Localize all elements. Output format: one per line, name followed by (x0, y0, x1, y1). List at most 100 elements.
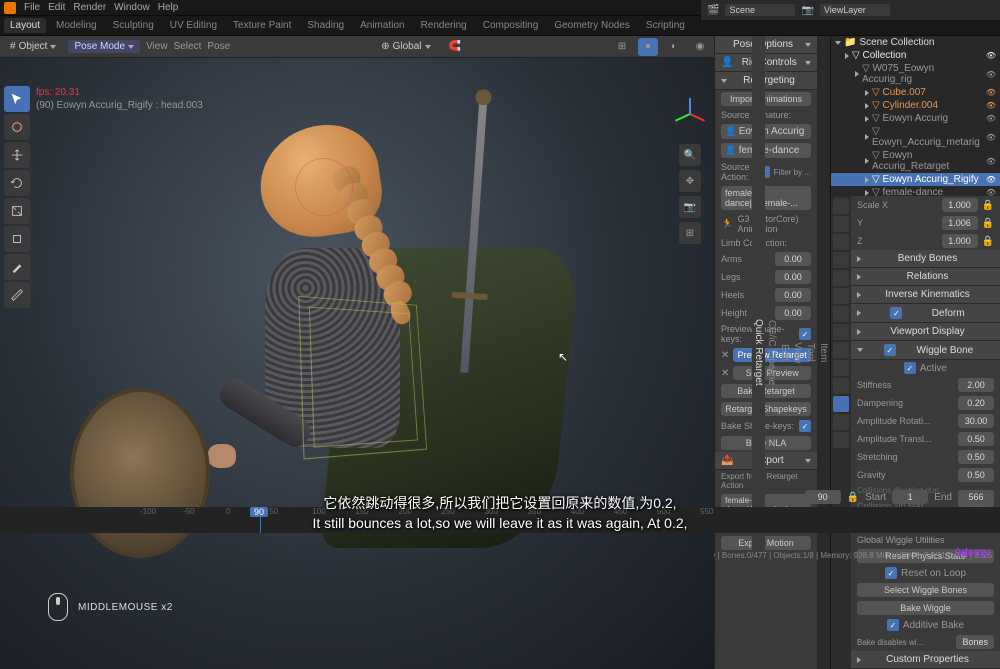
relations-header[interactable]: Relations (851, 268, 1000, 286)
ptab-constraint[interactable] (833, 360, 849, 376)
ptab-object[interactable] (833, 288, 849, 304)
ntab-edit[interactable]: Edit (778, 36, 791, 669)
ntab-tool[interactable]: Tool (804, 36, 817, 669)
playhead[interactable] (260, 507, 261, 533)
tool-move[interactable] (4, 142, 30, 168)
select-menu[interactable]: Select (174, 41, 202, 52)
prop-value[interactable]: 0.50 (958, 450, 994, 464)
tab-shading[interactable]: Shading (301, 18, 350, 33)
bendy-header[interactable]: Bendy Bones (851, 250, 1000, 268)
ik-header[interactable]: Inverse Kinematics (851, 286, 1000, 304)
view-menu[interactable]: View (146, 41, 168, 52)
outliner-item[interactable]: ▽ Eowyn_Accurig_metarig👁 (831, 125, 1000, 149)
tool-annotate[interactable] (4, 254, 30, 280)
reset-loop-check[interactable]: ✓ (885, 567, 897, 579)
outliner-item[interactable]: ▽ Cylinder.004👁 (831, 99, 1000, 112)
ntab-item[interactable]: Item (817, 36, 830, 669)
current-frame[interactable]: 90 (805, 490, 841, 504)
outliner-item[interactable]: ▽ Collection👁 (831, 49, 1000, 62)
outliner[interactable]: 📁 Scene Collection ▽ Collection👁 ▽ W075_… (831, 36, 1000, 196)
menu-render[interactable]: Render (73, 2, 106, 13)
mode-selector[interactable]: Pose Mode (68, 40, 140, 53)
pan-gizmo[interactable]: ✥ (679, 170, 701, 192)
bake-wiggle-button[interactable]: Bake Wiggle (857, 601, 994, 615)
tab-scripting[interactable]: Scripting (640, 18, 691, 33)
outliner-item[interactable]: ▽ Cube.007👁 (831, 86, 1000, 99)
ptab-view[interactable] (833, 234, 849, 250)
pose-menu[interactable]: Pose (207, 41, 230, 52)
ptab-material[interactable] (833, 432, 849, 448)
snap-toggle[interactable]: 🧲 (443, 40, 467, 53)
outliner-item[interactable]: ▽ Eowyn Accurig_Rigify👁 (831, 173, 1000, 186)
tab-sculpting[interactable]: Sculpting (107, 18, 160, 33)
tab-geonodes[interactable]: Geometry Nodes (548, 18, 636, 33)
3d-viewport[interactable]: fps: 20.31 (90) Eowyn Accurig_Rigify : h… (0, 58, 714, 669)
menu-window[interactable]: Window (114, 2, 150, 13)
outliner-item[interactable]: ▽ female-dance👁 (831, 186, 1000, 196)
tab-uvediting[interactable]: UV Editing (164, 18, 223, 33)
tool-cursor[interactable] (4, 114, 30, 140)
scene-collection[interactable]: Scene Collection (859, 37, 934, 48)
scene-name-input[interactable] (725, 4, 795, 16)
ptab-output[interactable] (833, 216, 849, 232)
tab-compositing[interactable]: Compositing (477, 18, 545, 33)
stop-x[interactable]: ✕ (721, 368, 729, 379)
orientation[interactable]: ⊕ Global (375, 40, 436, 53)
viewlayer-input[interactable] (820, 4, 890, 16)
prop-value[interactable]: 0.50 (958, 468, 994, 482)
outliner-item[interactable]: ▽ W075_Eowyn Accurig_rig👁 (831, 62, 1000, 86)
axis-gizmo[interactable] (670, 94, 710, 134)
prop-value[interactable]: 2.00 (958, 378, 994, 392)
tab-layout[interactable]: Layout (4, 18, 46, 33)
custom-props-header[interactable]: Custom Properties (851, 651, 1000, 669)
ntab-view[interactable]: View (791, 36, 804, 669)
ptab-data[interactable] (833, 378, 849, 394)
ptab-scene[interactable] (833, 252, 849, 268)
tool-rotate[interactable] (4, 170, 30, 196)
scalex-value[interactable]: 1.000 (942, 198, 978, 212)
ptab-bone[interactable] (833, 396, 849, 412)
bones-value[interactable]: Bones (956, 635, 994, 649)
scalez-value[interactable]: 1.000 (942, 234, 978, 248)
tool-select[interactable] (4, 86, 30, 112)
shading-wire[interactable]: ⊞ (612, 38, 632, 56)
ptab-physics[interactable] (833, 342, 849, 358)
ntab-retarget[interactable]: Quick Retarget (752, 36, 765, 669)
object-context[interactable]: #Object (4, 40, 62, 53)
prop-value[interactable]: 0.50 (958, 432, 994, 446)
shading-rendered[interactable]: ◉ (690, 38, 710, 56)
ptab-particle[interactable] (833, 324, 849, 340)
shading-matprev[interactable]: ◐ (664, 38, 684, 56)
tab-texpaint[interactable]: Texture Paint (227, 18, 297, 33)
select-wiggle-button[interactable]: Select Wiggle Bones (857, 583, 994, 597)
tab-modeling[interactable]: Modeling (50, 18, 103, 33)
tool-measure[interactable] (4, 282, 30, 308)
end-frame[interactable]: 566 (958, 490, 994, 504)
preview-x[interactable]: ✕ (721, 350, 729, 361)
menu-file[interactable]: File (24, 2, 40, 13)
tab-animation[interactable]: Animation (354, 18, 410, 33)
active-check[interactable]: ✓ (904, 362, 916, 374)
prop-value[interactable]: 30.00 (958, 414, 994, 428)
shading-solid[interactable]: ● (638, 38, 658, 56)
ptab-world[interactable] (833, 270, 849, 286)
prop-value[interactable]: 0.20 (958, 396, 994, 410)
camera-gizmo[interactable]: 📷 (679, 196, 701, 218)
tool-scale[interactable] (4, 198, 30, 224)
tl-lock-icon[interactable]: 🔒 (847, 492, 859, 503)
ntab-ccic[interactable]: CC/iC Pipeline (765, 36, 778, 669)
menu-help[interactable]: Help (158, 2, 179, 13)
tab-rendering[interactable]: Rendering (415, 18, 473, 33)
outliner-item[interactable]: ▽ Eowyn Accurig👁 (831, 112, 1000, 125)
menu-edit[interactable]: Edit (48, 2, 65, 13)
ptab-modifier[interactable] (833, 306, 849, 322)
additive-check[interactable]: ✓ (887, 619, 899, 631)
viewport-display-header[interactable]: Viewport Display (851, 323, 1000, 341)
outliner-item[interactable]: ▽ Eowyn Accurig_Retarget👁 (831, 149, 1000, 173)
ptab-boneconstraint[interactable] (833, 414, 849, 430)
tool-transform[interactable] (4, 226, 30, 252)
zoom-gizmo[interactable]: 🔍 (679, 144, 701, 166)
scaley-value[interactable]: 1.006 (942, 216, 978, 230)
persp-gizmo[interactable]: ⊞ (679, 222, 701, 244)
ptab-render[interactable] (833, 198, 849, 214)
